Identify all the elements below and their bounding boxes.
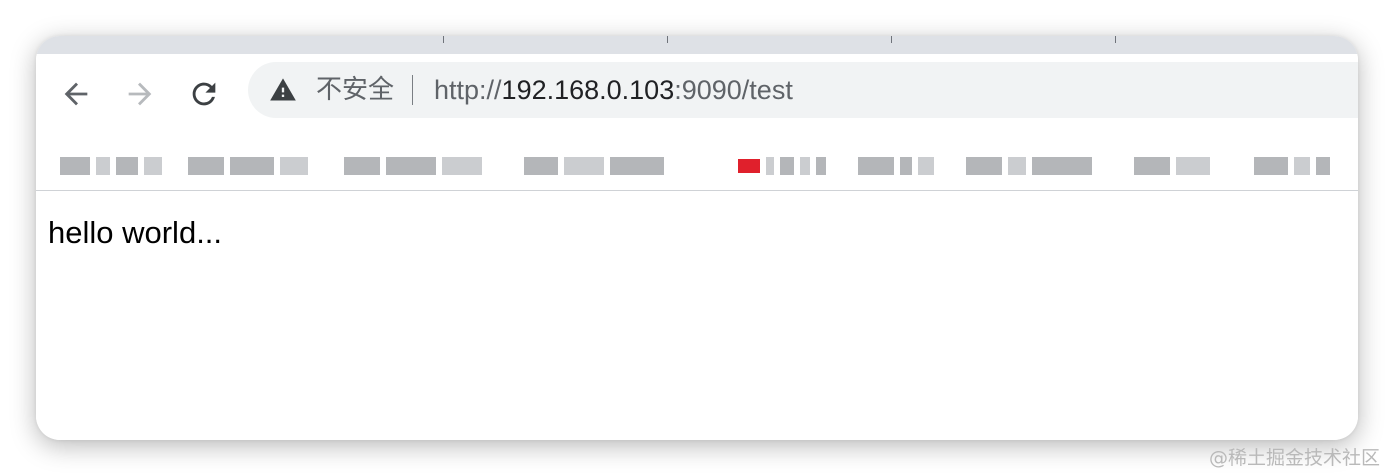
url-port: :9090 <box>674 75 742 105</box>
bookmark-item[interactable] <box>60 156 162 176</box>
bookmark-item[interactable] <box>858 156 934 176</box>
tab-separator <box>891 36 892 43</box>
tab-separator <box>443 36 444 43</box>
tab-separator <box>1115 36 1116 43</box>
bookmark-item[interactable] <box>1254 156 1330 176</box>
bookmark-item[interactable] <box>738 156 826 176</box>
address-bar[interactable]: 不安全 http://192.168.0.103:9090/test <box>248 62 1358 118</box>
reload-icon <box>192 82 216 106</box>
url-text[interactable]: http://192.168.0.103:9090/test <box>434 74 793 106</box>
tab-separator <box>667 36 668 43</box>
bookmark-item[interactable] <box>344 156 482 176</box>
security-status-label[interactable]: 不安全 <box>316 75 394 105</box>
bookmarks-bar <box>36 134 1358 190</box>
page-body-text: hello world... <box>48 215 223 250</box>
watermark: @稀土掘金技术社区 <box>1208 447 1380 469</box>
bookmark-item[interactable] <box>1134 156 1210 176</box>
reload-button[interactable] <box>184 74 224 114</box>
url-host: 192.168.0.103 <box>501 75 675 105</box>
bookmark-item[interactable] <box>966 156 1092 176</box>
warning-triangle-icon[interactable] <box>268 76 298 104</box>
forward-button[interactable] <box>120 74 160 114</box>
tab-strip <box>36 36 1358 54</box>
back-button[interactable] <box>56 74 96 114</box>
browser-window: 不安全 http://192.168.0.103:9090/test hello… <box>36 36 1358 440</box>
url-path: /test <box>741 75 793 105</box>
bookmark-item[interactable] <box>188 156 308 176</box>
page-content: hello world... <box>36 191 1358 440</box>
arrow-left-icon <box>64 82 88 106</box>
url-scheme: http:// <box>434 75 502 105</box>
arrow-right-icon <box>128 82 152 106</box>
browser-toolbar: 不安全 http://192.168.0.103:9090/test <box>36 54 1358 191</box>
omnibox-divider <box>412 75 413 105</box>
bookmark-item[interactable] <box>524 156 664 176</box>
